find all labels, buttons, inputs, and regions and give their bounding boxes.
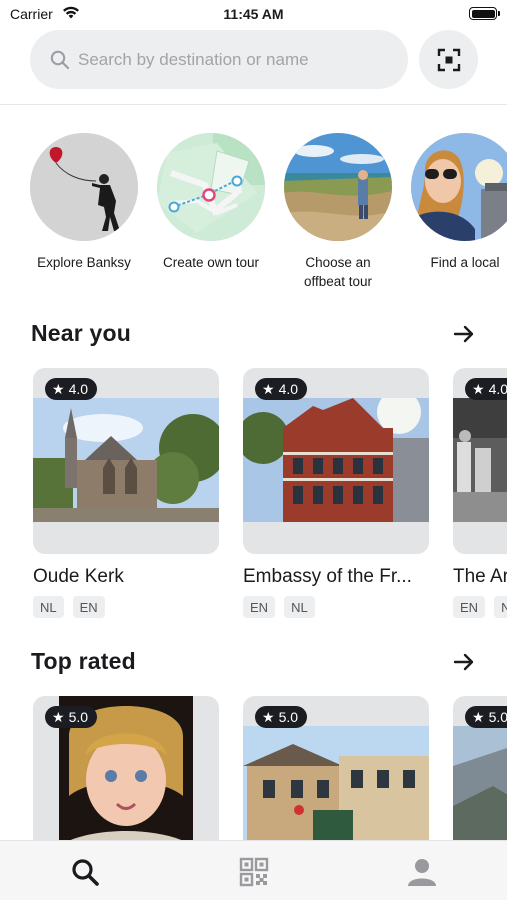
top-rated-carousel[interactable]: ★ 5.0 ★ 5.0 ★ 5.0 — [0, 696, 507, 840]
search-row — [0, 30, 507, 90]
tab-qr-scan[interactable] — [237, 855, 271, 889]
stories-carousel[interactable]: Explore Banksy Create own tour Choose an… — [30, 133, 507, 293]
search-bar[interactable] — [30, 30, 408, 89]
tour-card-top-rated-2[interactable]: ★ 5.0 — [243, 696, 429, 840]
card-thumbnail: ★ 4.0 — [453, 368, 507, 554]
tab-bar — [0, 840, 507, 900]
story-label: Find a local — [430, 255, 500, 270]
star-icon: ★ — [52, 708, 65, 725]
star-icon: ★ — [472, 708, 485, 725]
language-chip: N — [494, 596, 507, 618]
language-chip: EN — [453, 596, 486, 618]
tour-card-embassy[interactable]: ★ 4.0 Embassy of the Fr... EN NL — [243, 368, 429, 618]
star-icon: ★ — [52, 380, 65, 397]
language-chip: NL — [284, 596, 315, 618]
top-rated-arrow-icon[interactable] — [452, 650, 476, 674]
card-photo — [33, 398, 219, 522]
card-photo — [243, 726, 429, 840]
story-label: Explore Banksy — [37, 255, 131, 270]
star-icon: ★ — [262, 380, 275, 397]
story-find-local[interactable]: Find a local — [411, 133, 507, 272]
near-you-carousel[interactable]: ★ 4.0 Oude Kerk NL EN ★ 4.0 Embassy of t… — [0, 368, 507, 628]
language-chip: EN — [72, 596, 105, 618]
language-chips: EN NL — [243, 596, 429, 618]
rating-badge: ★ 4.0 — [465, 378, 507, 400]
near-you-title: Near you — [31, 320, 132, 346]
story-offbeat-tour[interactable]: Choose an offbeat tour — [284, 133, 392, 291]
card-title: Embassy of the Fr... — [243, 566, 412, 587]
card-title: Oude Kerk — [33, 566, 124, 587]
battery-icon — [469, 7, 500, 20]
search-icon — [50, 50, 70, 69]
scan-button[interactable] — [419, 30, 478, 89]
star-icon: ★ — [472, 380, 485, 397]
language-chips: NL EN — [33, 596, 219, 618]
tab-search[interactable] — [68, 855, 102, 889]
story-image-selfie — [411, 133, 507, 241]
star-icon: ★ — [262, 708, 275, 725]
card-thumbnail: ★ 5.0 — [453, 696, 507, 840]
language-chip: NL — [33, 596, 64, 618]
tour-card-oude-kerk[interactable]: ★ 4.0 Oude Kerk NL EN — [33, 368, 219, 618]
card-thumbnail: ★ 4.0 — [243, 368, 429, 554]
story-image-landscape — [284, 133, 392, 241]
rating-badge: ★ 5.0 — [255, 706, 308, 728]
story-image-banksy — [30, 133, 138, 241]
card-thumbnail: ★ 4.0 — [33, 368, 219, 554]
card-thumbnail: ★ 5.0 — [33, 696, 219, 840]
clock: 11:45 AM — [223, 6, 284, 22]
card-photo — [243, 398, 429, 522]
rating-badge: ★ 5.0 — [45, 706, 98, 728]
search-icon — [72, 859, 99, 886]
rating-badge: ★ 4.0 — [45, 378, 98, 400]
search-input[interactable] — [78, 49, 378, 70]
tab-profile[interactable] — [405, 855, 439, 889]
story-label: Create own tour — [162, 255, 260, 270]
rating-badge: ★ 4.0 — [255, 378, 308, 400]
story-explore-banksy[interactable]: Explore Banksy — [30, 133, 138, 272]
rating-badge: ★ 5.0 — [465, 706, 507, 728]
top-rated-title: Top rated — [31, 648, 136, 674]
qr-code-icon — [239, 857, 269, 887]
card-photo — [453, 398, 507, 522]
tour-card-partial[interactable]: ★ 4.0 The Ar EN N — [453, 368, 507, 618]
scan-icon — [437, 48, 460, 71]
language-chips: EN N — [453, 596, 507, 618]
card-photo — [453, 726, 507, 840]
language-chip: EN — [243, 596, 276, 618]
tour-card-top-rated-3[interactable]: ★ 5.0 — [453, 696, 507, 840]
story-label: Choose an offbeat tour — [303, 255, 373, 289]
header-divider — [0, 104, 507, 105]
near-you-arrow-icon[interactable] — [452, 322, 476, 346]
story-image-map — [157, 133, 265, 241]
status-bar: Carrier 11:45 AM — [0, 0, 507, 28]
tour-card-top-rated-1[interactable]: ★ 5.0 — [33, 696, 219, 840]
profile-icon — [408, 859, 436, 886]
card-title: The Ar — [453, 566, 507, 587]
story-create-own-tour[interactable]: Create own tour — [157, 133, 265, 272]
card-thumbnail: ★ 5.0 — [243, 696, 429, 840]
